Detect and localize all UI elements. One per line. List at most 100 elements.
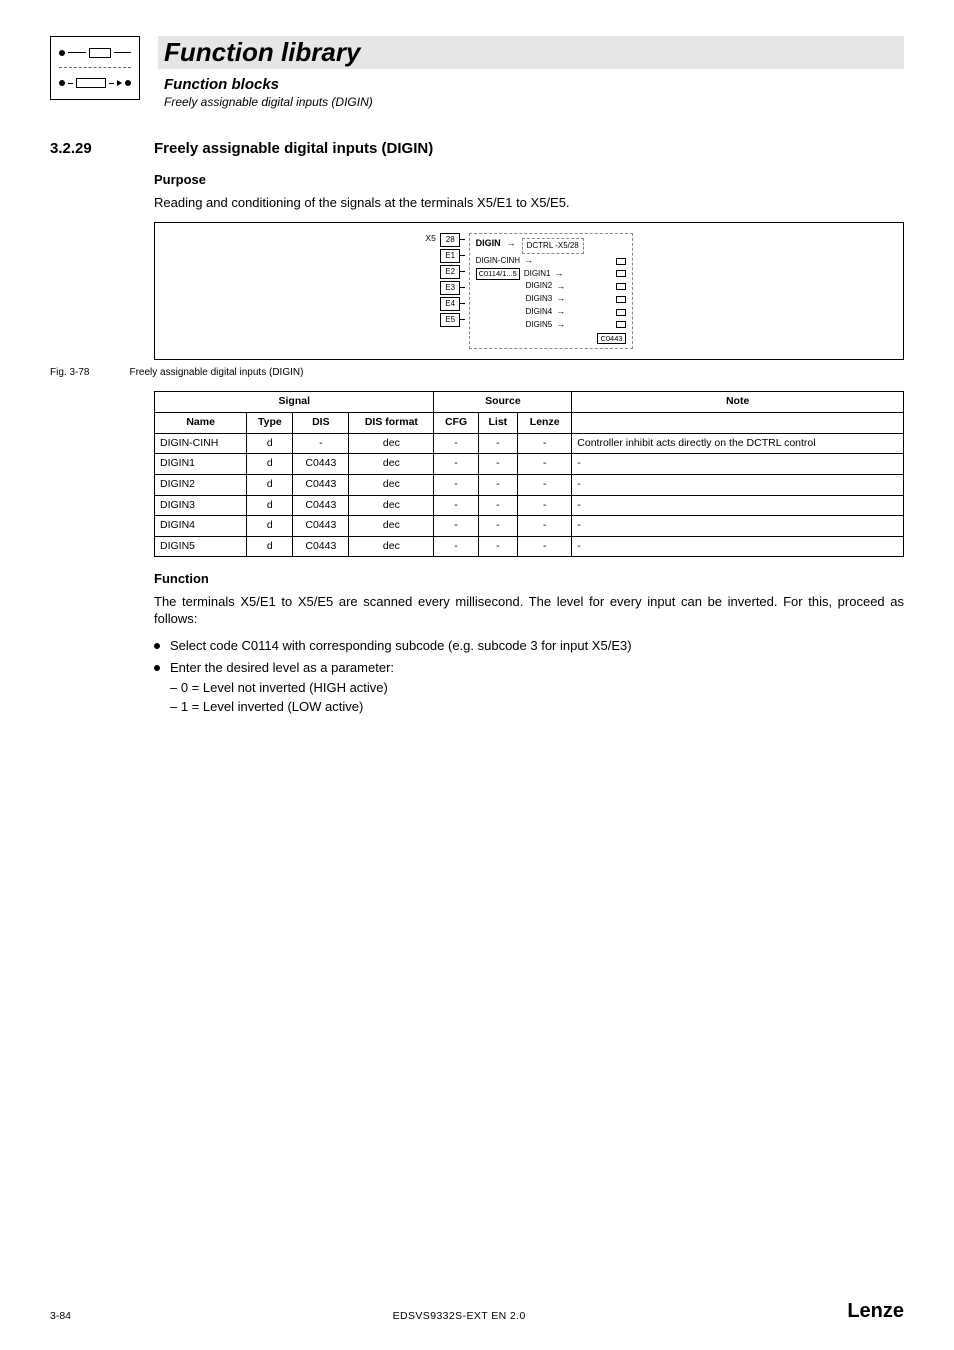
cinh-label: DIGIN-CINH [476, 256, 520, 266]
th-type: Type [247, 412, 293, 433]
terminal-stack: 28 E1 E2 E3 E4 E5 [440, 233, 460, 329]
section-heading: 3.2.29 Freely assignable digital inputs … [154, 139, 904, 159]
cell-dis: C0443 [293, 474, 349, 495]
th-signal: Signal [155, 392, 434, 413]
title-band: Function library [158, 36, 904, 69]
th-cfg: CFG [434, 412, 478, 433]
cell-type: d [247, 516, 293, 537]
dctrl-box: DCTRL -X5/28 [522, 238, 584, 254]
terminal-e3: E3 [440, 281, 460, 295]
page-footer: 3-84 EDSVS9332S-EXT EN 2.0 Lenze [50, 1298, 904, 1324]
list-subitem: 0 = Level not inverted (HIGH active) [170, 680, 904, 697]
cell-lenze: - [518, 454, 572, 475]
cell-disfmt: dec [349, 433, 434, 454]
list-item: Enter the desired level as a parameter:0… [154, 660, 904, 716]
th-name: Name [155, 412, 247, 433]
table-row: DIGIN1dC0443dec---- [155, 454, 904, 475]
section-title: Freely assignable digital inputs (DIGIN) [154, 139, 433, 159]
cell-lenze: - [518, 516, 572, 537]
figure-caption-text: Freely assignable digital inputs (DIGIN) [129, 366, 303, 379]
cell-type: d [247, 474, 293, 495]
function-label: Function [154, 571, 904, 588]
brand-logo: Lenze [847, 1298, 904, 1324]
page-subtitle: Function blocks [164, 75, 904, 95]
cell-disfmt: dec [349, 495, 434, 516]
terminal-e2: E2 [440, 265, 460, 279]
list-subitem: 1 = Level inverted (LOW active) [170, 699, 904, 716]
cell-type: d [247, 536, 293, 557]
cell-note: Controller inhibit acts directly on the … [572, 433, 904, 454]
terminal-e4: E4 [440, 297, 460, 311]
out-digin5: DIGIN5 [526, 320, 553, 330]
cell-name: DIGIN1 [155, 454, 247, 475]
th-list: List [478, 412, 517, 433]
cell-cfg: - [434, 536, 478, 557]
figure-content: X5 28 E1 E2 E3 E4 E5 DIGIN → DCTRL -X5/2… [425, 233, 632, 349]
cell-name: DIGIN4 [155, 516, 247, 537]
out-digin3: DIGIN3 [526, 294, 553, 304]
cell-name: DIGIN2 [155, 474, 247, 495]
th-note: Note [572, 392, 904, 413]
cell-lenze: - [518, 495, 572, 516]
cell-name: DIGIN3 [155, 495, 247, 516]
table-row: DIGIN2dC0443dec---- [155, 474, 904, 495]
cell-type: d [247, 433, 293, 454]
cell-disfmt: dec [349, 454, 434, 475]
header-thumb-icon [50, 36, 140, 100]
section-number: 3.2.29 [50, 139, 154, 159]
cell-cfg: - [434, 433, 478, 454]
cell-list: - [478, 495, 517, 516]
cell-list: - [478, 474, 517, 495]
th-note-sub [572, 412, 904, 433]
cell-note: - [572, 536, 904, 557]
cell-cfg: - [434, 495, 478, 516]
function-block-box: DIGIN → DCTRL -X5/28 DIGIN-CINH→ C0114/1… [469, 233, 633, 349]
cell-list: - [478, 454, 517, 475]
list-item: Select code C0114 with corresponding sub… [154, 638, 904, 655]
purpose-label: Purpose [154, 172, 904, 189]
cell-disfmt: dec [349, 516, 434, 537]
code-box: C0114/1...5 [476, 268, 520, 280]
signal-table-body: DIGIN-CINHd-dec---Controller inhibit act… [155, 433, 904, 557]
page-header: Function library Function blocks Freely … [50, 36, 904, 111]
table-row: DIGIN-CINHd-dec---Controller inhibit act… [155, 433, 904, 454]
figure-caption: Fig. 3-78 Freely assignable digital inpu… [154, 366, 904, 379]
cell-dis: C0443 [293, 454, 349, 475]
out-digin2: DIGIN2 [526, 281, 553, 291]
table-row: DIGIN5dC0443dec---- [155, 536, 904, 557]
cell-cfg: - [434, 454, 478, 475]
doc-id: EDSVS9332S-EXT EN 2.0 [393, 1310, 526, 1324]
cell-lenze: - [518, 433, 572, 454]
cell-note: - [572, 495, 904, 516]
cell-type: d [247, 495, 293, 516]
signal-table: Signal Source Note Name Type DIS DIS for… [154, 391, 904, 557]
page-number: 3-84 [50, 1310, 71, 1324]
bullet-list: Select code C0114 with corresponding sub… [154, 638, 904, 716]
figure-id: Fig. 3-78 [50, 366, 89, 379]
cell-lenze: - [518, 474, 572, 495]
figure-frame: X5 28 E1 E2 E3 E4 E5 DIGIN → DCTRL -X5/2… [154, 222, 904, 360]
status-box: C0443 [597, 333, 625, 345]
table-row: DIGIN4dC0443dec---- [155, 516, 904, 537]
cell-lenze: - [518, 536, 572, 557]
th-source: Source [434, 392, 572, 413]
cell-dis: C0443 [293, 516, 349, 537]
cell-type: d [247, 454, 293, 475]
terminal-e5: E5 [440, 313, 460, 327]
cell-dis: C0443 [293, 536, 349, 557]
th-lenze: Lenze [518, 412, 572, 433]
table-row: DIGIN3dC0443dec---- [155, 495, 904, 516]
cell-disfmt: dec [349, 474, 434, 495]
page-subsubtitle: Freely assignable digital inputs (DIGIN) [164, 95, 904, 111]
cell-dis: - [293, 433, 349, 454]
cell-list: - [478, 433, 517, 454]
cell-dis: C0443 [293, 495, 349, 516]
block-name: DIGIN [476, 238, 501, 250]
terminal-28: 28 [440, 233, 460, 247]
purpose-text: Reading and conditioning of the signals … [154, 195, 904, 212]
out-digin4: DIGIN4 [526, 307, 553, 317]
cell-cfg: - [434, 474, 478, 495]
cell-name: DIGIN5 [155, 536, 247, 557]
out-digin1: DIGIN1 [524, 269, 551, 279]
cell-cfg: - [434, 516, 478, 537]
